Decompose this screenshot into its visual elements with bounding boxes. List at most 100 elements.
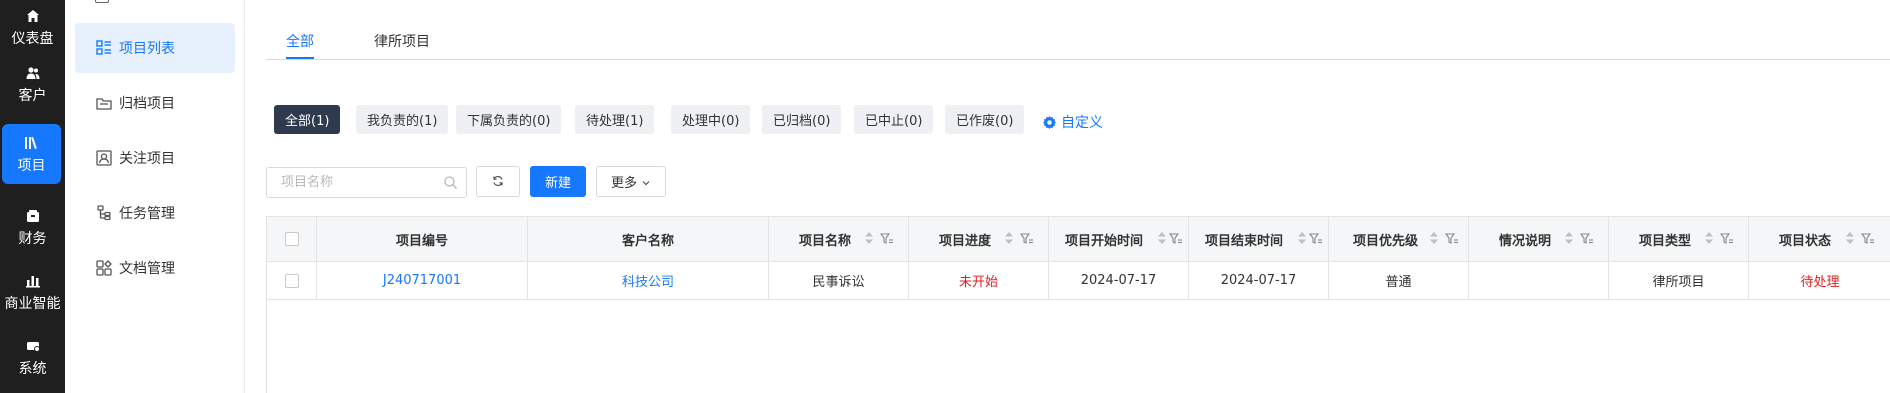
nav-item-label: 系统 (18, 360, 47, 377)
refresh-icon (492, 172, 504, 191)
priority-value: 普通 (1385, 275, 1412, 290)
wallet-icon (24, 207, 42, 225)
filter-icon[interactable] (1444, 231, 1459, 245)
column-header-label: 项目开始时间 (1065, 233, 1144, 249)
customize-link[interactable]: 自定义 (1042, 112, 1103, 132)
nav-item-bi[interactable]: 商业智能 (0, 262, 65, 322)
subnav-item-label: 归档项目 (119, 96, 175, 112)
filter-chip-archived[interactable]: 已归档(0) (762, 105, 842, 134)
document-icon (95, 259, 113, 277)
filter-icon[interactable] (1579, 231, 1594, 245)
table-row[interactable]: J240717001 科技公司 民事诉讼 未开始 2024-07-17 2024… (267, 262, 1890, 300)
subnav-item-project-list[interactable]: 项目列表 (75, 23, 235, 73)
row-select-cell (267, 262, 317, 299)
active-tab-indicator (286, 57, 314, 59)
sort-icon[interactable] (1564, 231, 1574, 245)
column-header-label: 客户名称 (621, 233, 674, 249)
subnav-item-label: 关注项目 (119, 151, 175, 167)
nav-item-customers[interactable]: 客户 (0, 54, 65, 114)
gear-icon (1042, 115, 1057, 130)
filter-chip-processing[interactable]: 处理中(0) (671, 105, 751, 134)
app-root: 仪表盘 客户 项目 财务 商业智能 系统 项目列表 归档项目 关注项目 任务管理… (0, 0, 1890, 393)
subnav-item-documents[interactable]: 文档管理 (75, 243, 235, 293)
table-cell: 普通 (1329, 262, 1469, 299)
end-date-value: 2024-07-17 (1220, 273, 1297, 288)
table-cell: 民事诉讼 (769, 262, 909, 299)
system-icon (24, 337, 42, 355)
subnav-item-label: 任务管理 (119, 206, 175, 222)
more-dropdown-button[interactable]: 更多 (596, 166, 666, 197)
customer-name-link[interactable]: 科技公司 (622, 271, 674, 290)
more-label: 更多 (610, 176, 637, 191)
column-header-label: 项目名称 (799, 233, 852, 249)
filter-chip-mine[interactable]: 我负责的(1) (356, 105, 449, 134)
filter-chip-subordinates[interactable]: 下属负责的(0) (456, 105, 562, 134)
table-cell: 2024-07-17 (1189, 262, 1329, 299)
filter-chip-pending[interactable]: 待处理(1) (575, 105, 655, 134)
books-icon (23, 134, 41, 152)
refresh-button[interactable] (476, 166, 520, 197)
subnav-item-tasks[interactable]: 任务管理 (75, 188, 235, 238)
column-tools (1704, 231, 1734, 245)
sort-icon[interactable] (1845, 231, 1855, 245)
filter-icon[interactable] (1019, 231, 1034, 245)
filter-icon[interactable] (879, 231, 894, 245)
column-tools (1564, 231, 1594, 245)
nav-item-dashboard[interactable]: 仪表盘 (0, 0, 65, 54)
nav-item-system[interactable]: 系统 (0, 327, 65, 387)
project-status-value: 待处理 (1800, 275, 1840, 290)
new-project-button[interactable]: 新建 (530, 166, 586, 197)
sort-icon[interactable] (1157, 231, 1167, 245)
filter-icon[interactable] (1168, 231, 1183, 245)
sort-icon[interactable] (1297, 231, 1307, 245)
filter-chip-terminated[interactable]: 已中止(0) (854, 105, 934, 134)
users-icon (24, 64, 42, 82)
sort-icon[interactable] (1004, 231, 1014, 245)
column-header-label: 项目编号 (395, 233, 448, 249)
tab-all[interactable]: 全部 (286, 31, 314, 51)
task-icon (95, 204, 113, 222)
select-all-checkbox[interactable] (284, 232, 299, 246)
row-checkbox[interactable] (284, 273, 299, 288)
sort-icon[interactable] (864, 231, 874, 245)
search-icon[interactable] (443, 175, 458, 190)
column-header-label: 项目优先级 (1353, 233, 1419, 249)
project-number-link[interactable]: J240717001 (383, 273, 461, 288)
chevron-down-icon (641, 177, 651, 187)
subnav-item-label: 文档管理 (119, 261, 175, 277)
filter-chip-voided[interactable]: 已作废(0) (945, 105, 1025, 134)
subnav-item-followed[interactable]: 关注项目 (75, 133, 235, 183)
sort-icon[interactable] (1429, 231, 1439, 245)
column-header: 客户名称 (528, 217, 769, 261)
customize-label: 自定义 (1061, 115, 1103, 131)
project-table: 项目编号 客户名称 项目名称 项目进度 项目开始时间 项目结束时间 项目优先级 … (266, 216, 1890, 393)
table-cell: 未开始 (909, 262, 1049, 299)
bar-chart-icon (24, 272, 42, 290)
project-progress-value: 未开始 (958, 275, 998, 290)
table-cell: 律所项目 (1609, 262, 1749, 299)
table-cell (1469, 262, 1609, 299)
column-tools (1157, 231, 1183, 245)
sort-icon[interactable] (1704, 231, 1714, 245)
nav-item-finance[interactable]: 财务 (0, 197, 65, 257)
column-tools (1845, 231, 1875, 245)
project-name-value: 民事诉讼 (812, 275, 865, 290)
filter-icon[interactable] (1860, 231, 1875, 245)
project-tabs: 全部 律所项目 (266, 0, 1890, 60)
column-header-label: 项目结束时间 (1205, 233, 1284, 249)
start-date-value: 2024-07-17 (1080, 273, 1157, 288)
filter-icon[interactable] (1308, 231, 1323, 245)
nav-item-projects[interactable]: 项目 (2, 124, 61, 184)
filter-icon[interactable] (1719, 231, 1734, 245)
subnav-item-archived[interactable]: 归档项目 (75, 78, 235, 128)
follow-icon (95, 149, 113, 167)
column-header-label: 项目进度 (939, 233, 992, 249)
filter-chip-all[interactable]: 全部(1) (274, 105, 341, 134)
column-header-label: 项目状态 (1779, 233, 1832, 249)
project-name-search-input[interactable] (266, 167, 467, 198)
column-tools (1004, 231, 1034, 245)
subnav-item-label: 项目列表 (119, 41, 175, 57)
table-cell: 待处理 (1749, 262, 1890, 299)
tab-firm-projects[interactable]: 律所项目 (374, 31, 430, 51)
column-tools (864, 231, 894, 245)
